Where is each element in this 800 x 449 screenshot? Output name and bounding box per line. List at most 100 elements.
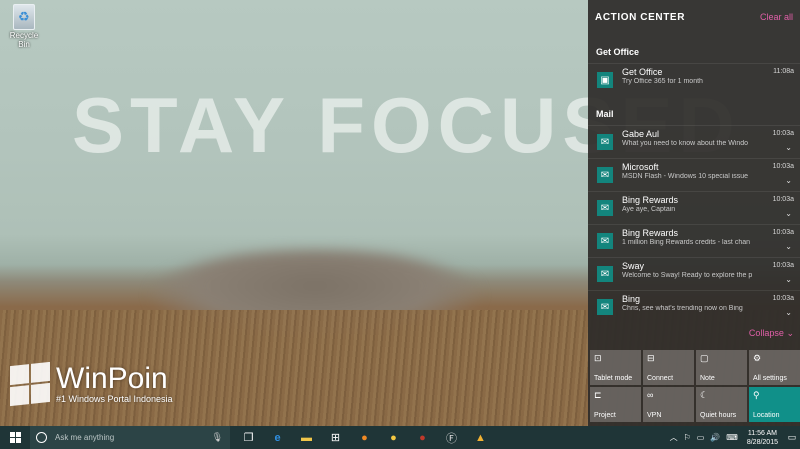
clock-date: 8/28/2015 <box>746 438 778 446</box>
quick-action-label: Location <box>753 412 780 419</box>
quick-action-location[interactable]: ⚲ Location <box>749 387 800 422</box>
edge-browser-icon[interactable]: e <box>263 426 292 449</box>
quick-action-connect[interactable]: ⊟ Connect <box>643 350 694 385</box>
chevron-down-icon: ⌄ <box>786 328 794 338</box>
action-center-icon[interactable]: ▭ <box>784 432 800 443</box>
quick-action-label: All settings <box>753 375 787 382</box>
quick-actions: ⊡ Tablet mode ⊟ Connect ▢ Note ⚙ All settin… <box>590 350 800 422</box>
store-icon[interactable]: ⊞ <box>321 426 350 449</box>
notification-title: Bing Rewards <box>622 228 679 238</box>
mail-icon: ✉ <box>597 134 613 150</box>
watermark-tagline: #1 Windows Portal Indonesia <box>56 394 173 404</box>
project-icon: ⊏ <box>594 390 602 400</box>
notification-subtitle: Try Office 365 for 1 month <box>622 78 703 85</box>
notification-title: Microsoft <box>622 162 659 172</box>
f-app-icon[interactable]: Ⓕ <box>437 426 466 449</box>
action-center-title: ACTION CENTER <box>595 11 686 23</box>
notification-item[interactable]: ✉ Gabe Aul What you need to know about t… <box>588 125 800 158</box>
notification-time: 10:03a <box>772 262 794 269</box>
cortana-search-box[interactable]: Ask me anything 🎙 <box>30 426 230 449</box>
taskbar: Ask me anything 🎙 ❐ e ▬ ⊞ ● ● ● Ⓕ ▲ ︿ ⚐ … <box>0 426 800 449</box>
notification-title: Get Office <box>622 67 663 77</box>
clock-time: 11:56 AM <box>747 429 777 437</box>
network-icon[interactable]: ⚐ <box>681 433 694 442</box>
quick-action-quiet-hours[interactable]: ☾ Quiet hours <box>696 387 747 422</box>
notification-title: Bing Rewards <box>622 195 679 205</box>
warning-app-icon[interactable]: ▲ <box>466 426 495 449</box>
mail-icon: ✉ <box>597 266 613 282</box>
keyboard-icon[interactable]: ⌨ <box>723 433 741 442</box>
notification-item[interactable]: ✉ Microsoft MSDN Flash - Windows 10 spec… <box>588 158 800 191</box>
mail-icon: ✉ <box>597 200 613 216</box>
quick-action-label: Project <box>594 412 616 419</box>
quick-action-label: Tablet mode <box>594 375 633 382</box>
watermark-name: WinPoin <box>56 362 168 395</box>
moon-icon: ☾ <box>700 390 709 400</box>
office-icon: ▣ <box>597 72 613 88</box>
notification-item[interactable]: ✉ Bing Rewards Aye aye, Captain 10:03a ⌄ <box>588 191 800 224</box>
quick-action-label: Connect <box>647 375 674 382</box>
recycle-bin-shortcut[interactable]: Recycle Bin <box>4 4 44 49</box>
quick-action-tablet-mode[interactable]: ⊡ Tablet mode <box>590 350 641 385</box>
notification-title: Bing <box>622 294 641 304</box>
notification-time: 11:08a <box>773 68 794 75</box>
notification-subtitle: 1 million Bing Rewards credits - last ch… <box>622 239 750 246</box>
gear-icon: ⚙ <box>753 353 762 363</box>
notification-subtitle: What you need to know about the Windo <box>622 140 749 147</box>
quick-action-label: VPN <box>647 412 662 419</box>
display-icon[interactable]: ▭ <box>694 433 708 442</box>
notification-list[interactable]: Get Office ▣ Get Office Try Office 365 fo… <box>588 38 800 320</box>
search-placeholder: Ask me anything <box>55 433 115 442</box>
quick-action-note[interactable]: ▢ Note <box>696 350 747 385</box>
notification-time: 10:03a <box>772 229 794 236</box>
expand-chevron-icon[interactable]: ⌄ <box>785 209 792 218</box>
task-view-icon[interactable]: ❐ <box>234 426 263 449</box>
windows-logo-icon <box>10 361 50 407</box>
expand-chevron-icon[interactable]: ⌄ <box>785 176 792 185</box>
tablet-icon: ⊡ <box>594 353 602 363</box>
notification-group-title: Get Office <box>596 47 640 57</box>
paint-icon[interactable]: ● <box>379 426 408 449</box>
action-center-header: ACTION CENTER Clear all <box>588 0 800 34</box>
volume-icon[interactable]: 🔊 <box>707 433 723 442</box>
recycle-bin-label: Recycle Bin <box>9 31 39 49</box>
system-tray: ︿ ⚐ ▭ 🔊 ⌨ 11:56 AM 8/28/2015 ▭ <box>667 426 800 449</box>
quick-action-label: Note <box>700 375 715 382</box>
media-app-icon[interactable]: ● <box>408 426 437 449</box>
notification-title: Sway <box>622 261 645 271</box>
expand-chevron-icon[interactable]: ⌄ <box>785 242 792 251</box>
location-icon: ⚲ <box>753 390 760 400</box>
quick-action-project[interactable]: ⊏ Project <box>590 387 641 422</box>
notification-subtitle: Aye aye, Captain <box>622 206 676 213</box>
notification-item[interactable]: ✉ Bing Chris, see what's trending now on… <box>588 290 800 320</box>
note-icon: ▢ <box>700 353 709 363</box>
notification-item[interactable]: ▣ Get Office Try Office 365 for 1 month … <box>588 63 800 100</box>
notification-subtitle: Welcome to Sway! Ready to explore the p <box>622 272 753 279</box>
expand-chevron-icon[interactable]: ⌄ <box>785 275 792 284</box>
cortana-icon <box>36 432 47 443</box>
notification-time: 10:03a <box>772 130 794 137</box>
winpoin-watermark: WinPoin #1 Windows Portal Indonesia <box>10 361 173 407</box>
collapse-link[interactable]: Collapse ⌄ <box>749 328 794 339</box>
expand-chevron-icon[interactable]: ⌄ <box>785 308 792 317</box>
clock[interactable]: 11:56 AM 8/28/2015 <box>741 429 784 447</box>
notification-time: 10:03a <box>772 163 794 170</box>
recycle-bin-icon <box>13 4 35 30</box>
notification-subtitle: MSDN Flash - Windows 10 special issue <box>622 173 749 180</box>
chevron-up-icon[interactable]: ︿ <box>667 432 681 443</box>
start-button[interactable] <box>0 426 30 449</box>
notification-title: Gabe Aul <box>622 129 660 139</box>
mail-icon: ✉ <box>597 233 613 249</box>
expand-chevron-icon[interactable]: ⌄ <box>785 143 792 152</box>
quick-action-vpn[interactable]: ∞ VPN <box>643 387 694 422</box>
clear-all-link[interactable]: Clear all <box>760 12 793 22</box>
mail-icon: ✉ <box>597 167 613 183</box>
firefox-icon[interactable]: ● <box>350 426 379 449</box>
notification-item[interactable]: ✉ Sway Welcome to Sway! Ready to explore… <box>588 257 800 290</box>
microphone-icon[interactable]: 🎙 <box>212 432 223 443</box>
windows-logo-icon <box>9 432 21 443</box>
quick-action-label: Quiet hours <box>700 412 737 419</box>
notification-item[interactable]: ✉ Bing Rewards 1 million Bing Rewards cr… <box>588 224 800 257</box>
file-explorer-icon[interactable]: ▬ <box>292 426 321 449</box>
quick-action-all-settings[interactable]: ⚙ All settings <box>749 350 800 385</box>
